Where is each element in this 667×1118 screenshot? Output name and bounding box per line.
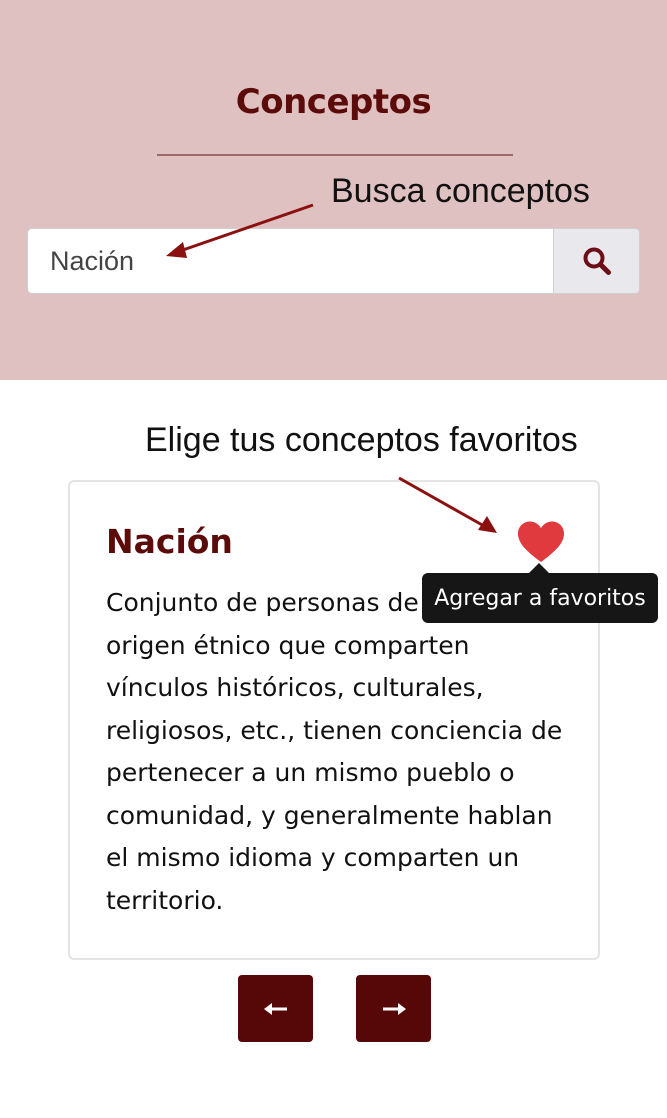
concept-definition: Conjunto de personas de un mismo origen … [106,588,563,915]
title-divider [157,154,513,156]
concept-card: Nación Conjunto de personas de un mismo … [68,480,600,960]
search-bar [27,228,640,294]
arrow-left-icon [263,1002,287,1015]
favorite-button[interactable] [516,520,566,564]
next-button[interactable] [356,975,431,1042]
favorites-tooltip: Agregar a favoritos [422,573,658,623]
search-input[interactable] [28,229,555,293]
favorites-annotation: Elige tus conceptos favoritos [145,421,578,459]
concept-title: Nación [106,522,233,561]
arrow-right-icon [382,1002,406,1015]
search-annotation: Busca conceptos [331,172,590,210]
page-title: Conceptos [235,82,432,122]
search-icon [583,247,611,275]
search-button[interactable] [553,229,639,293]
previous-button[interactable] [238,975,313,1042]
heart-icon [518,521,564,562]
